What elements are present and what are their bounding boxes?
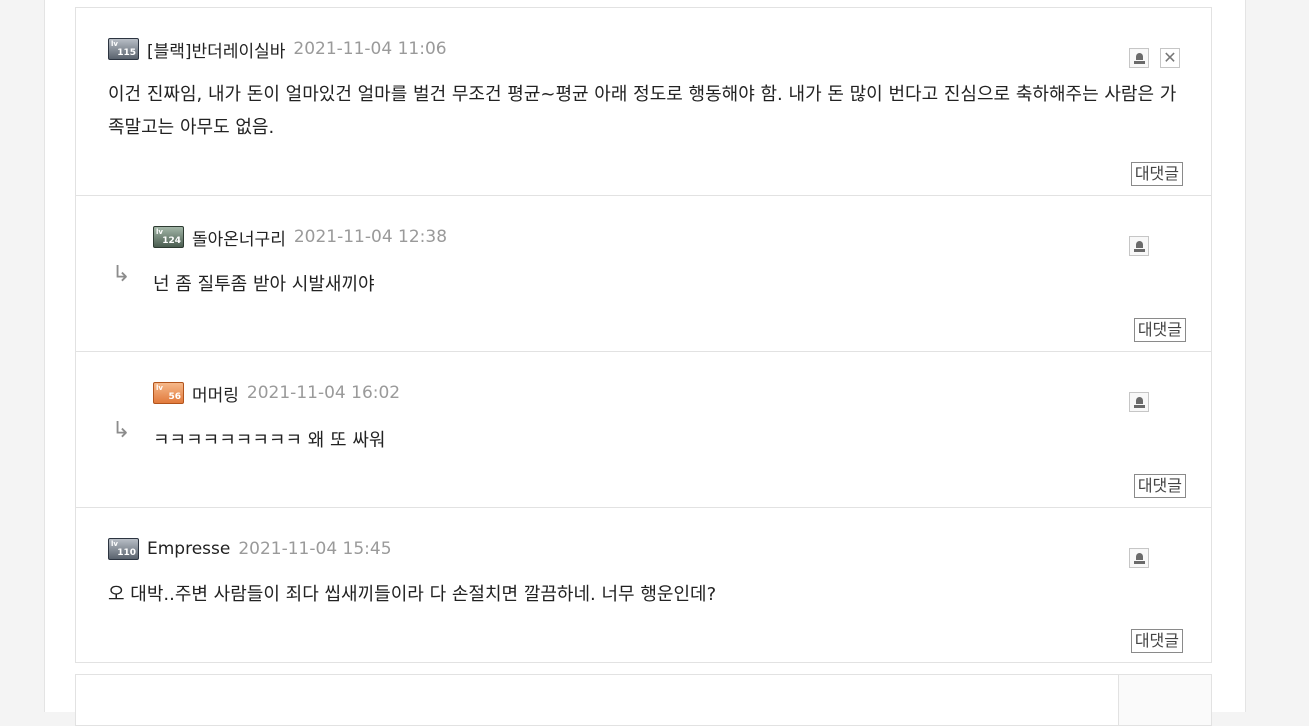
comment-body: 오 대박..주변 사람들이 죄다 씹새끼들이라 다 손절치면 깔끔하네. 너무 … (108, 584, 717, 605)
comment-reply-item: ↳ 124 돌아온너구리 2021-11-04 12:38 넌 좀 질투좀 받아… (76, 196, 1211, 352)
comment-header: 56 머머링 2021-11-04 16:02 (153, 381, 401, 406)
x-icon: ✕ (1163, 48, 1177, 67)
reply-button[interactable]: 대댓글 (1133, 318, 1186, 342)
report-icon[interactable] (1129, 392, 1149, 412)
comment-date: 2021-11-04 15:45 (238, 539, 392, 559)
siren-icon (1133, 240, 1145, 252)
level-badge: 124 (153, 226, 184, 248)
close-icon[interactable]: ✕ (1160, 48, 1180, 68)
siren-icon (1133, 552, 1145, 564)
submit-cell[interactable] (1118, 675, 1211, 725)
comment-write-box[interactable] (75, 674, 1212, 726)
comment-date: 2021-11-04 12:38 (293, 227, 448, 247)
siren-icon (1133, 52, 1145, 64)
reply-arrow-icon: ↳ (112, 418, 131, 443)
comment-author[interactable]: Empresse (147, 539, 230, 559)
comment-header: 124 돌아온너구리 2021-11-04 12:38 (153, 225, 448, 250)
reply-button[interactable]: 대댓글 (1130, 629, 1183, 653)
level-badge: 56 (153, 382, 184, 404)
comment-author[interactable]: [블랙]반더레이실바 (147, 37, 285, 62)
siren-icon (1133, 396, 1145, 408)
comment-date: 2021-11-04 16:02 (246, 383, 401, 403)
comment-item: 115 [블랙]반더레이실바 2021-11-04 11:06 ✕ 이건 진짜임… (76, 8, 1211, 196)
reply-arrow-icon: ↳ (112, 262, 131, 287)
report-icon[interactable] (1129, 48, 1149, 68)
comment-item: 110 Empresse 2021-11-04 15:45 오 대박..주변 사… (76, 508, 1211, 662)
comment-body: 넌 좀 질투좀 받아 시발새끼야 (153, 274, 375, 295)
reply-button[interactable]: 대댓글 (1130, 162, 1183, 186)
comment-header: 110 Empresse 2021-11-04 15:45 (108, 538, 392, 560)
comment-header: 115 [블랙]반더레이실바 2021-11-04 11:06 (108, 37, 447, 62)
comment-body: 이건 진짜임, 내가 돈이 얼마있건 얼마를 벌건 무조건 평균~평균 아래 정… (108, 84, 1177, 138)
report-icon[interactable] (1129, 548, 1149, 568)
level-badge: 115 (108, 38, 139, 60)
comment-list: 115 [블랙]반더레이실바 2021-11-04 11:06 ✕ 이건 진짜임… (75, 7, 1212, 663)
level-badge: 110 (108, 538, 139, 560)
comment-author[interactable]: 머머링 (192, 381, 239, 406)
comment-date: 2021-11-04 11:06 (293, 39, 447, 59)
comment-body: ㅋㅋㅋㅋㅋㅋㅋㅋㅋ 왜 또 싸워 (153, 430, 386, 451)
comment-author[interactable]: 돌아온너구리 (192, 225, 286, 250)
comment-reply-item: ↳ 56 머머링 2021-11-04 16:02 ㅋㅋㅋㅋㅋㅋㅋㅋㅋ 왜 또 … (76, 352, 1211, 508)
reply-button[interactable]: 대댓글 (1133, 474, 1186, 498)
report-icon[interactable] (1129, 236, 1149, 256)
